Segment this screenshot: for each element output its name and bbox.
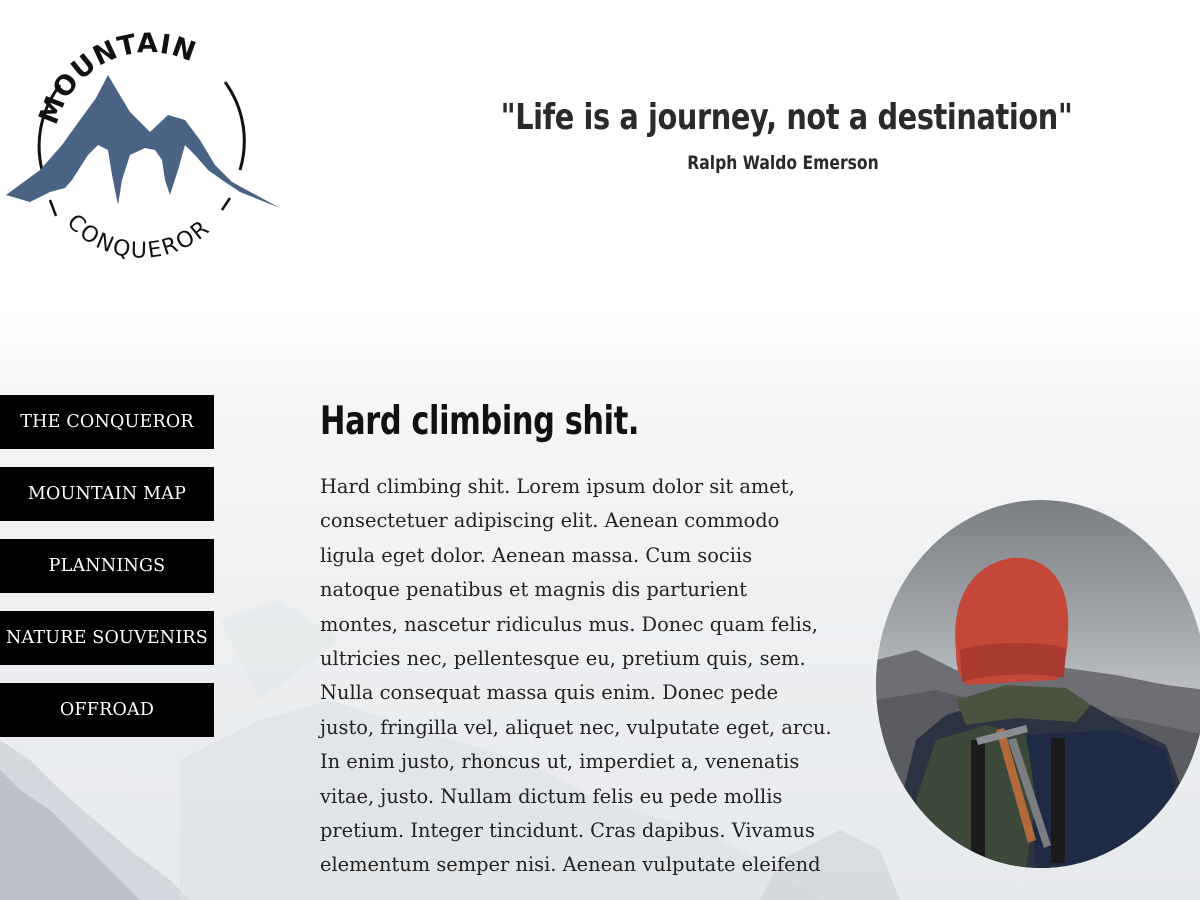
body-paragraph: Hard climbing shit. Lorem ipsum dolor si… (320, 475, 832, 877)
main-content: Hard climbing shit. Hard climbing shit. … (320, 392, 850, 900)
quote-block: "Life is a journey, not a destination" R… (430, 88, 1136, 178)
quote-text: "Life is a journey, not a destination" (500, 97, 1073, 138)
logo-bottom-text: CONQUEROR (62, 210, 216, 264)
main-navigation: THE CONQUEROR MOUNTAIN MAP PLANNINGS NAT… (0, 395, 214, 755)
mountain-conqueror-logo[interactable]: MOUNTAIN CONQUEROR (0, 20, 290, 280)
nav-item-the-conqueror[interactable]: THE CONQUEROR (0, 395, 214, 449)
page: MOUNTAIN CONQUEROR "Life is a journey, n… (0, 0, 1200, 900)
nav-item-plannings[interactable]: PLANNINGS (0, 539, 214, 593)
nav-item-mountain-map[interactable]: MOUNTAIN MAP (0, 467, 214, 521)
hiker-photo (876, 500, 1200, 868)
nav-item-nature-souvenirs[interactable]: NATURE SOUVENIRS (0, 611, 214, 665)
page-heading: Hard climbing shit. (320, 399, 640, 444)
quote-author: Ralph Waldo Emerson (687, 152, 879, 174)
nav-item-offroad[interactable]: OFFROAD (0, 683, 214, 737)
